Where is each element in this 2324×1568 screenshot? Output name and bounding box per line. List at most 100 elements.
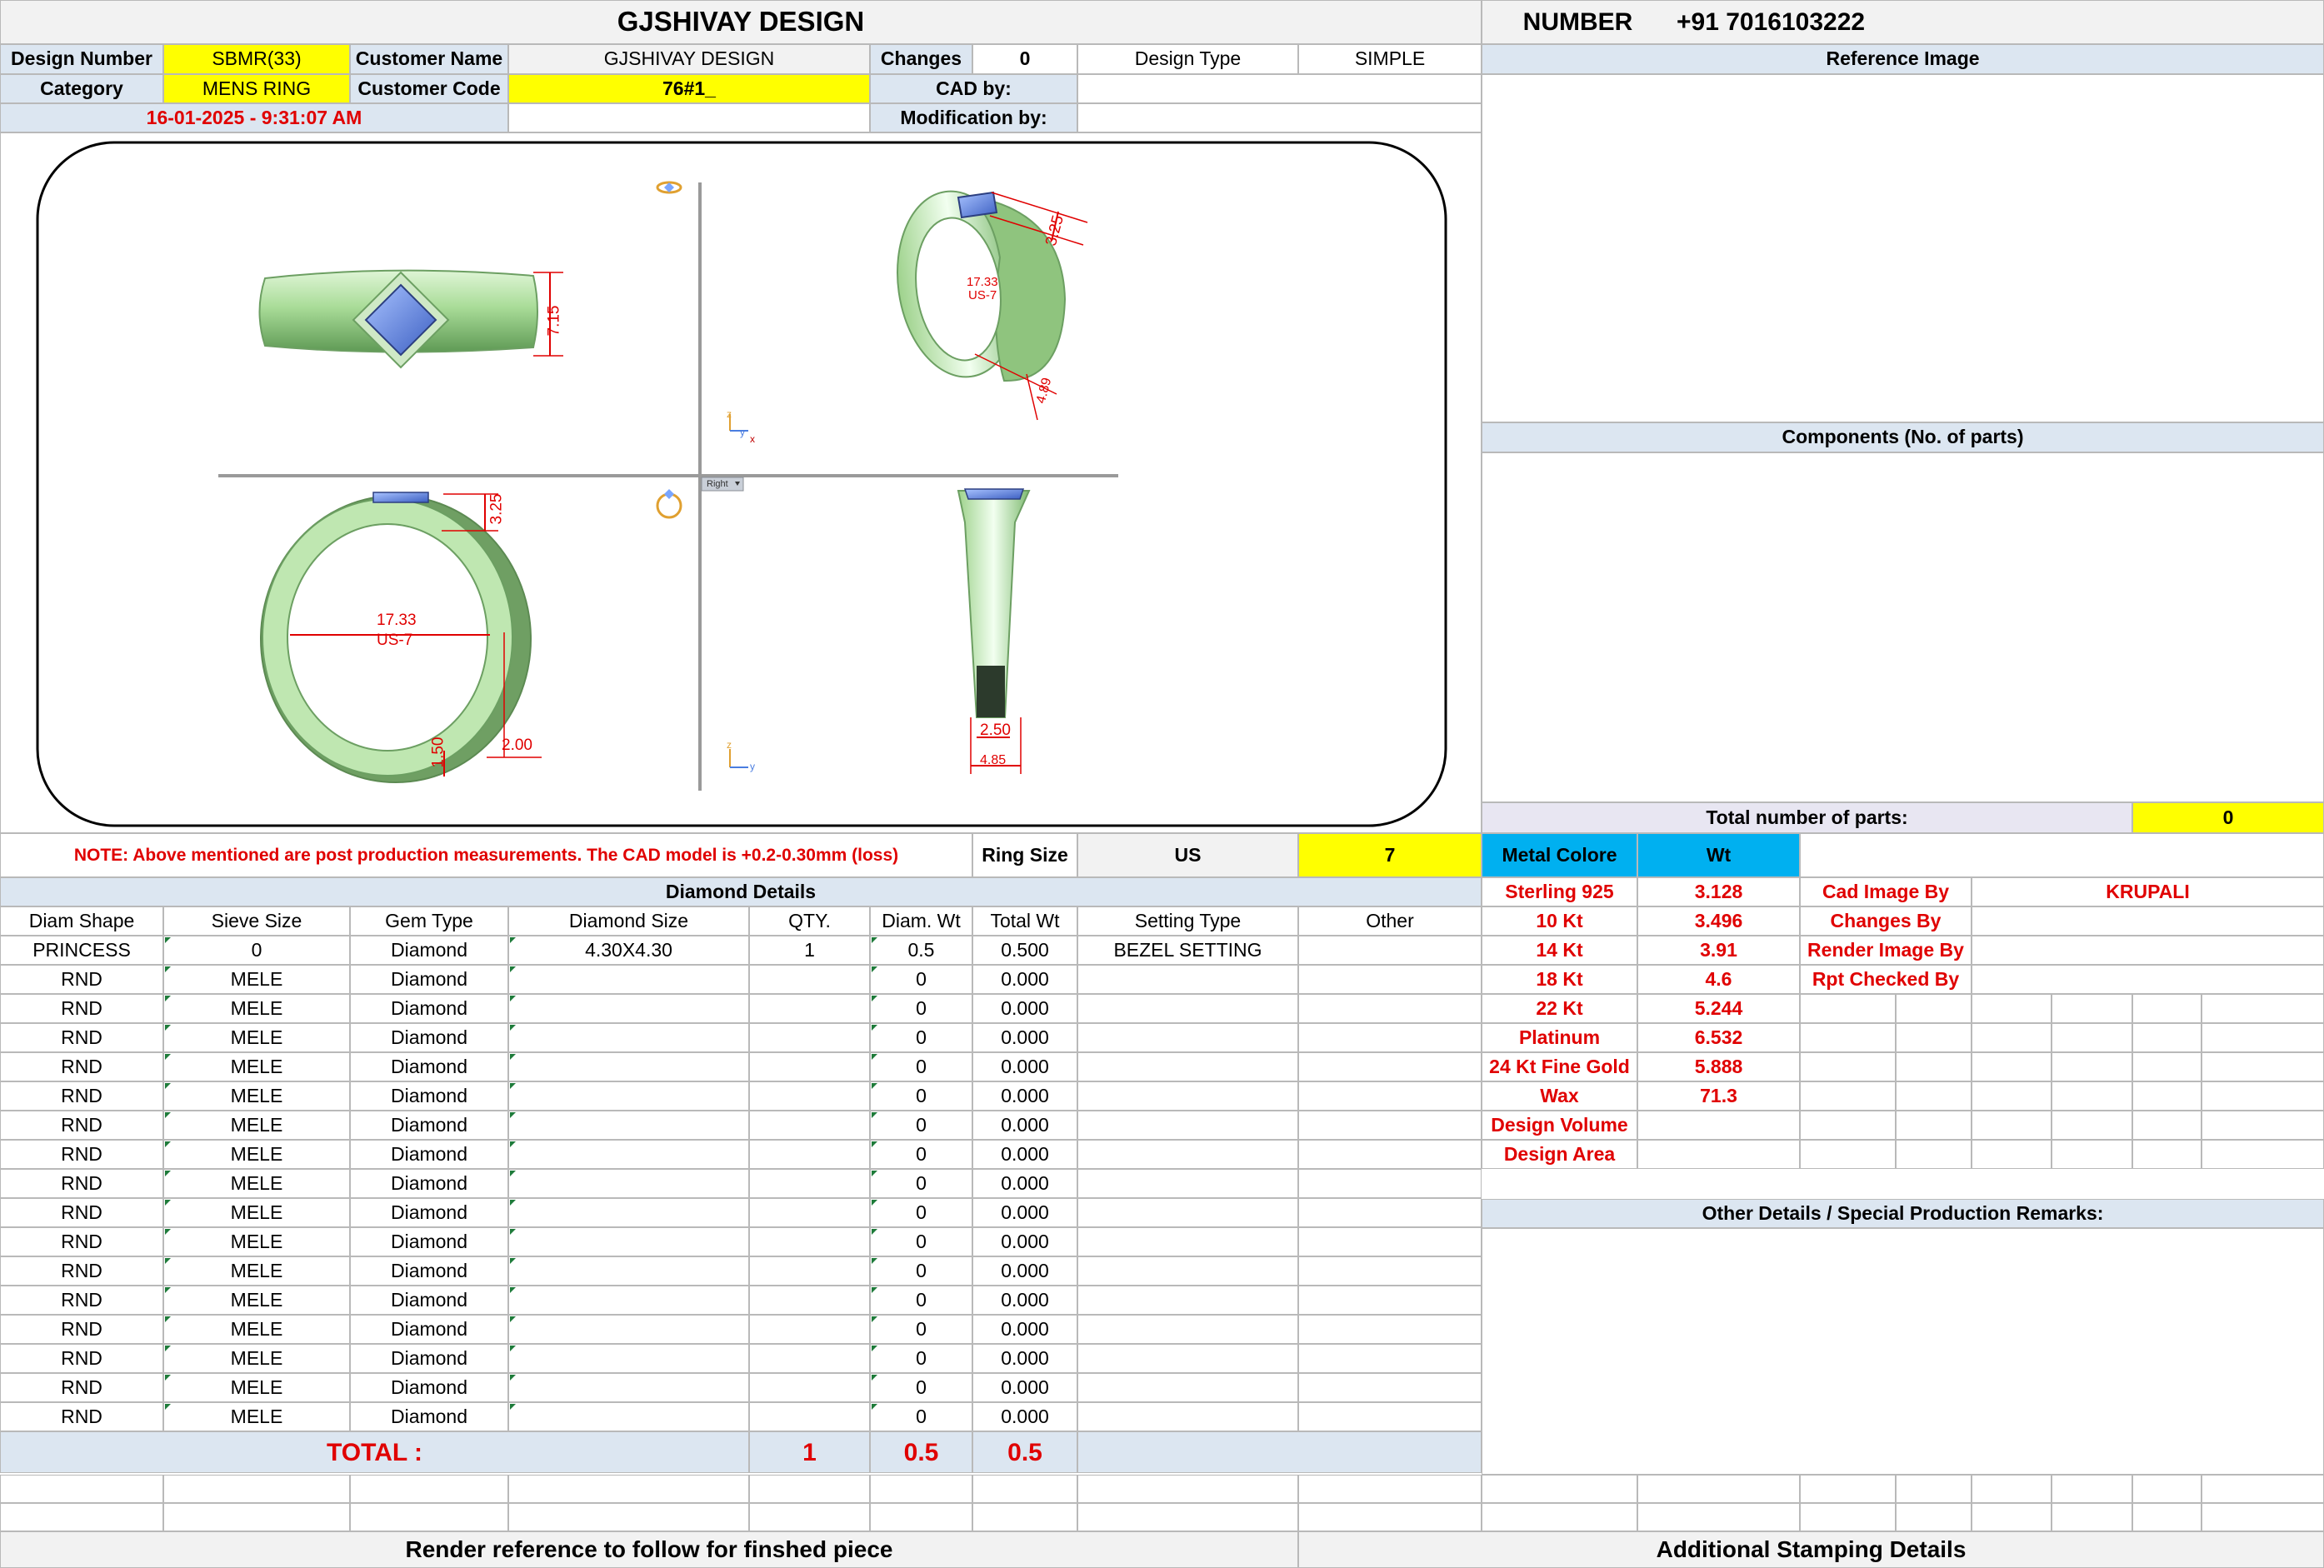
diamond-cell-diamond-size[interactable] [508,1373,749,1402]
diamond-cell-setting-type[interactable]: BEZEL SETTING [1077,936,1298,965]
diamond-cell-qty[interactable] [749,1373,870,1402]
diamond-cell-diam-wt[interactable]: 0 [870,1052,972,1081]
diamond-cell-diamond-size[interactable] [508,1286,749,1315]
diamond-cell-setting-type[interactable] [1077,1286,1298,1315]
diamond-cell-qty[interactable] [749,1286,870,1315]
diamond-cell-diam-wt[interactable]: 0 [870,1256,972,1286]
diamond-cell-diam-wt[interactable]: 0 [870,1373,972,1402]
metal-weight[interactable]: 3.128 [1637,877,1800,906]
diamond-cell-qty[interactable] [749,1169,870,1198]
diamond-cell-setting-type[interactable] [1077,1111,1298,1140]
diamond-cell-diam-shape[interactable]: RND [0,1169,163,1198]
diamond-cell-diam-wt[interactable]: 0 [870,1315,972,1344]
diamond-cell-diam-shape[interactable]: PRINCESS [0,936,163,965]
diamond-cell-setting-type[interactable] [1077,1052,1298,1081]
diamond-cell-qty[interactable] [749,1111,870,1140]
diamond-cell-qty[interactable] [749,1023,870,1052]
diamond-cell-sieve-size[interactable]: MELE [163,1081,350,1111]
diamond-cell-gem-type[interactable]: Diamond [350,1169,508,1198]
diamond-cell-gem-type[interactable]: Diamond [350,1344,508,1373]
credit-value[interactable]: KRUPALI [1972,877,2324,906]
changes-value[interactable]: 0 [972,44,1077,74]
diamond-cell-diam-shape[interactable]: RND [0,1081,163,1111]
diamond-cell-setting-type[interactable] [1077,1256,1298,1286]
diamond-cell-sieve-size[interactable]: MELE [163,1052,350,1081]
diamond-cell-qty[interactable] [749,1315,870,1344]
diamond-cell-diamond-size[interactable] [508,1140,749,1169]
diamond-cell-qty[interactable] [749,1198,870,1227]
diamond-cell-diamond-size[interactable] [508,1052,749,1081]
diamond-cell-sieve-size[interactable]: MELE [163,965,350,994]
diamond-cell-diam-shape[interactable]: RND [0,1111,163,1140]
diamond-cell-diam-shape[interactable]: RND [0,965,163,994]
diamond-cell-gem-type[interactable]: Diamond [350,965,508,994]
diamond-cell-diamond-size[interactable] [508,1023,749,1052]
diamond-cell-diamond-size[interactable] [508,1227,749,1256]
diamond-cell-gem-type[interactable]: Diamond [350,1227,508,1256]
ring-size-value[interactable]: 7 [1298,833,1482,877]
diamond-cell-setting-type[interactable] [1077,1344,1298,1373]
diamond-cell-diam-shape[interactable]: RND [0,1023,163,1052]
diamond-cell-total-wt[interactable]: 0.000 [972,1402,1077,1431]
diamond-cell-other[interactable] [1298,1111,1482,1140]
category-value[interactable]: MENS RING [163,74,350,103]
diamond-cell-diam-wt[interactable]: 0 [870,1198,972,1227]
diamond-cell-diamond-size[interactable] [508,1256,749,1286]
diamond-cell-diamond-size[interactable] [508,1081,749,1111]
diamond-cell-diamond-size[interactable] [508,1111,749,1140]
diamond-cell-qty[interactable] [749,994,870,1023]
diamond-cell-total-wt[interactable]: 0.500 [972,936,1077,965]
diamond-cell-qty[interactable] [749,1081,870,1111]
diamond-cell-setting-type[interactable] [1077,994,1298,1023]
diamond-cell-diam-wt[interactable]: 0 [870,1169,972,1198]
metal-weight[interactable] [1637,1140,1800,1169]
ring-size-system[interactable]: US [1077,833,1298,877]
diamond-cell-total-wt[interactable]: 0.000 [972,1227,1077,1256]
diamond-cell-sieve-size[interactable]: MELE [163,1111,350,1140]
diamond-cell-diamond-size[interactable] [508,965,749,994]
diamond-cell-diam-wt[interactable]: 0 [870,965,972,994]
metal-weight[interactable]: 71.3 [1637,1081,1800,1111]
diamond-cell-other[interactable] [1298,1256,1482,1286]
diamond-cell-other[interactable] [1298,1227,1482,1256]
diamond-cell-total-wt[interactable]: 0.000 [972,1256,1077,1286]
diamond-cell-total-wt[interactable]: 0.000 [972,1344,1077,1373]
diamond-cell-gem-type[interactable]: Diamond [350,936,508,965]
credit-value[interactable] [1972,936,2324,965]
diamond-cell-sieve-size[interactable]: MELE [163,1402,350,1431]
diamond-cell-setting-type[interactable] [1077,1315,1298,1344]
diamond-cell-other[interactable] [1298,1198,1482,1227]
diamond-cell-qty[interactable] [749,1227,870,1256]
diamond-cell-other[interactable] [1298,1052,1482,1081]
diamond-cell-diam-wt[interactable]: 0 [870,1402,972,1431]
diamond-cell-diam-shape[interactable]: RND [0,1373,163,1402]
diamond-cell-total-wt[interactable]: 0.000 [972,1140,1077,1169]
diamond-cell-diam-shape[interactable]: RND [0,1227,163,1256]
diamond-cell-diam-wt[interactable]: 0 [870,1111,972,1140]
diamond-cell-other[interactable] [1298,936,1482,965]
diamond-cell-setting-type[interactable] [1077,965,1298,994]
diamond-cell-setting-type[interactable] [1077,1023,1298,1052]
metal-weight[interactable]: 5.888 [1637,1052,1800,1081]
diamond-cell-diam-shape[interactable]: RND [0,1344,163,1373]
diamond-cell-diam-shape[interactable]: RND [0,1402,163,1431]
customer-name-value[interactable]: GJSHIVAY DESIGN [508,44,870,74]
diamond-cell-diam-wt[interactable]: 0.5 [870,936,972,965]
total-parts-value[interactable]: 0 [2132,802,2324,833]
diamond-cell-qty[interactable] [749,1402,870,1431]
credit-value[interactable] [1972,906,2324,936]
design-number-value[interactable]: SBMR(33) [163,44,350,74]
metal-weight[interactable]: 3.91 [1637,936,1800,965]
diamond-cell-gem-type[interactable]: Diamond [350,1198,508,1227]
diamond-cell-other[interactable] [1298,1286,1482,1315]
diamond-cell-sieve-size[interactable]: MELE [163,994,350,1023]
diamond-cell-diam-shape[interactable]: RND [0,1140,163,1169]
diamond-cell-setting-type[interactable] [1077,1169,1298,1198]
diamond-cell-sieve-size[interactable]: MELE [163,1198,350,1227]
diamond-cell-total-wt[interactable]: 0.000 [972,1286,1077,1315]
diamond-cell-gem-type[interactable]: Diamond [350,1373,508,1402]
diamond-cell-diamond-size[interactable] [508,1402,749,1431]
diamond-cell-diamond-size[interactable] [508,994,749,1023]
diamond-cell-other[interactable] [1298,1081,1482,1111]
diamond-cell-total-wt[interactable]: 0.000 [972,965,1077,994]
